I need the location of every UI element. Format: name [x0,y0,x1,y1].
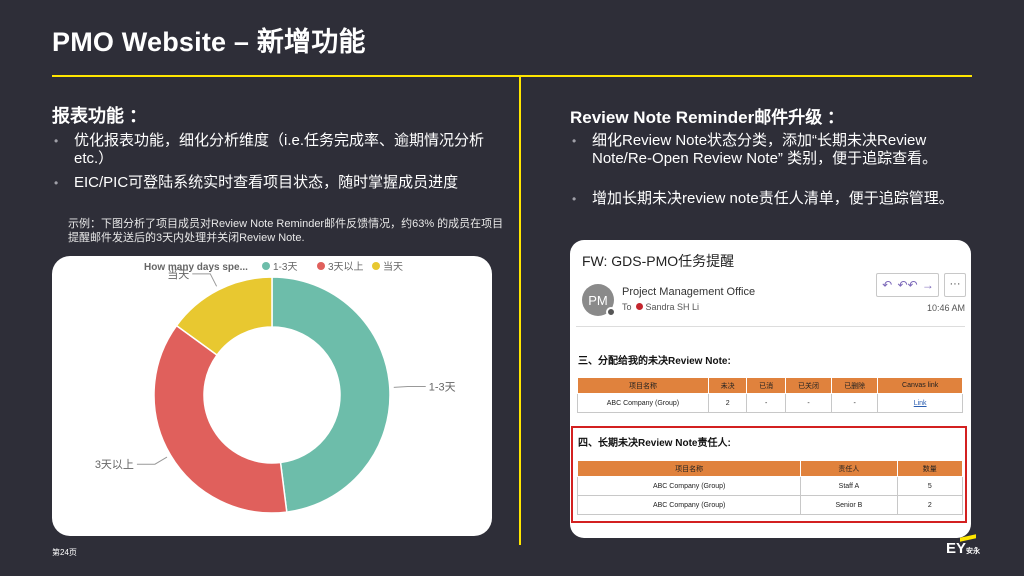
table-header-row: 项目名称 未决 已消 已关闭 已删除 Canvas link [577,377,963,394]
column-divider [519,75,521,545]
logo-subtext: 安永 [966,548,981,555]
table-header: Canvas link [877,377,963,394]
table-row: ABC Company (Group) 2 - - - Link [577,393,963,413]
label-leader-line [136,456,168,465]
table-cell: ABC Company (Group) [576,476,802,496]
table-cell: 5 [896,476,964,496]
presence-dot-icon [606,307,616,317]
table-header: 责任人 [800,460,898,477]
title-divider [52,75,972,77]
slide-title: PMO Website – 新增功能 [52,27,366,57]
donut-chart: How many days spe... 1-3天 3天以上 当天1-3天3天以上当天 [95,260,456,514]
table-cell: Staff A [800,476,898,496]
donut-slice[interactable] [153,324,288,514]
section4-heading: 四、长期未决Review Note责任人: [578,438,731,449]
to-label: To [622,302,632,312]
table-cell: - [784,393,833,413]
table-header: 已消 [746,377,786,394]
recipient-line: To Sandra SH Li [622,302,699,312]
table-cell: 2 [896,495,964,515]
table-header: 项目名称 [577,377,709,394]
table-header: 数量 [896,460,964,477]
table-header: 已删除 [831,377,879,394]
bullet-item: 细化Review Note状态分类，添加“长期未决Review Note/Re-… [570,132,980,168]
table-header: 未决 [707,377,748,394]
table-cell: ABC Company (Group) [576,495,802,515]
forward-button[interactable]: → [918,274,938,296]
table-cell: - [831,393,879,413]
table-cell: 2 [707,393,748,413]
legend-marker[interactable] [262,262,270,270]
table-cell: Link [877,393,963,413]
bullet-item: 增加长期未决review note责任人清单，便于追踪管理。 [570,190,980,208]
ey-logo: EY安永 [946,540,980,557]
legend-marker[interactable] [372,262,380,270]
legend-label[interactable]: 3天以上 [328,261,364,273]
table-cell: Senior B [800,495,898,515]
report-section-title: 报表功能 ： [52,106,148,126]
bullet-item: 优化报表功能，细化分析维度（i.e.任务完成率、逾期情况分析etc.） [52,132,502,168]
table-row: ABC Company (Group) Senior B 2 [576,495,964,515]
table-cell: ABC Company (Group) [577,393,709,413]
email-action-buttons: ↶ ↶↶ → [876,273,939,297]
canvas-link[interactable]: Link [914,400,927,407]
recipient-name[interactable]: Sandra SH Li [646,302,700,312]
slice-label: 3天以上 [95,458,134,471]
label-leader-line [192,273,218,287]
legend-label[interactable]: 当天 [383,260,403,273]
example-note: 示例：下图分析了项目成员对Review Note Reminder邮件反馈情况，… [68,218,504,244]
reminder-section-title: Review Note Reminder邮件升级 ： [570,108,844,127]
table-cell: - [746,393,786,413]
table-header: 已关闭 [784,377,833,394]
reply-all-button[interactable]: ↶↶ [897,274,917,296]
reminder-bullets: 细化Review Note状态分类，添加“长期未决Review Note/Re-… [570,132,980,230]
header-divider [576,326,965,327]
donut-slice[interactable] [271,276,391,513]
logo-text: EY [946,540,967,557]
email-time: 10:46 AM [926,303,965,313]
bullet-item: EIC/PIC可登陆系统实时查看项目状态，随时掌握成员进度 [52,174,502,192]
table-header: 项目名称 [576,460,802,477]
recipient-status-icon [635,303,643,310]
legend-marker[interactable] [317,262,325,270]
table-row: ABC Company (Group) Staff A 5 [576,476,964,496]
sender-name: Project Management Office [622,286,756,298]
reply-button[interactable]: ↶ [877,274,897,296]
overdue-owners-table: 项目名称 责任人 数量 ABC Company (Group) Staff A … [576,460,964,515]
email-screenshot: FW: GDS-PMO任务提醒 PM Project Management Of… [570,240,971,538]
report-bullets: 优化报表功能，细化分析维度（i.e.任务完成率、逾期情况分析etc.） EIC/… [52,132,502,198]
slice-label: 1-3天 [429,381,456,393]
pending-notes-table: 项目名称 未决 已消 已关闭 已删除 Canvas link ABC Compa… [577,377,963,413]
table-header-row: 项目名称 责任人 数量 [576,460,964,477]
label-leader-line [393,385,426,388]
slice-label: 当天 [167,267,189,281]
page-number: 第24页 [52,548,77,557]
donut-chart-card: How many days spe... 1-3天 3天以上 当天 1-3天 3天以上 当天 [52,256,492,536]
more-actions-button[interactable]: ··· [944,273,966,297]
legend-label[interactable]: 1-3天 [273,262,297,273]
chart-title: How many days spe... [144,262,248,273]
section3-heading: 三、分配给我的未决Review Note: [578,356,731,367]
email-subject: FW: GDS-PMO任务提醒 [582,253,735,269]
